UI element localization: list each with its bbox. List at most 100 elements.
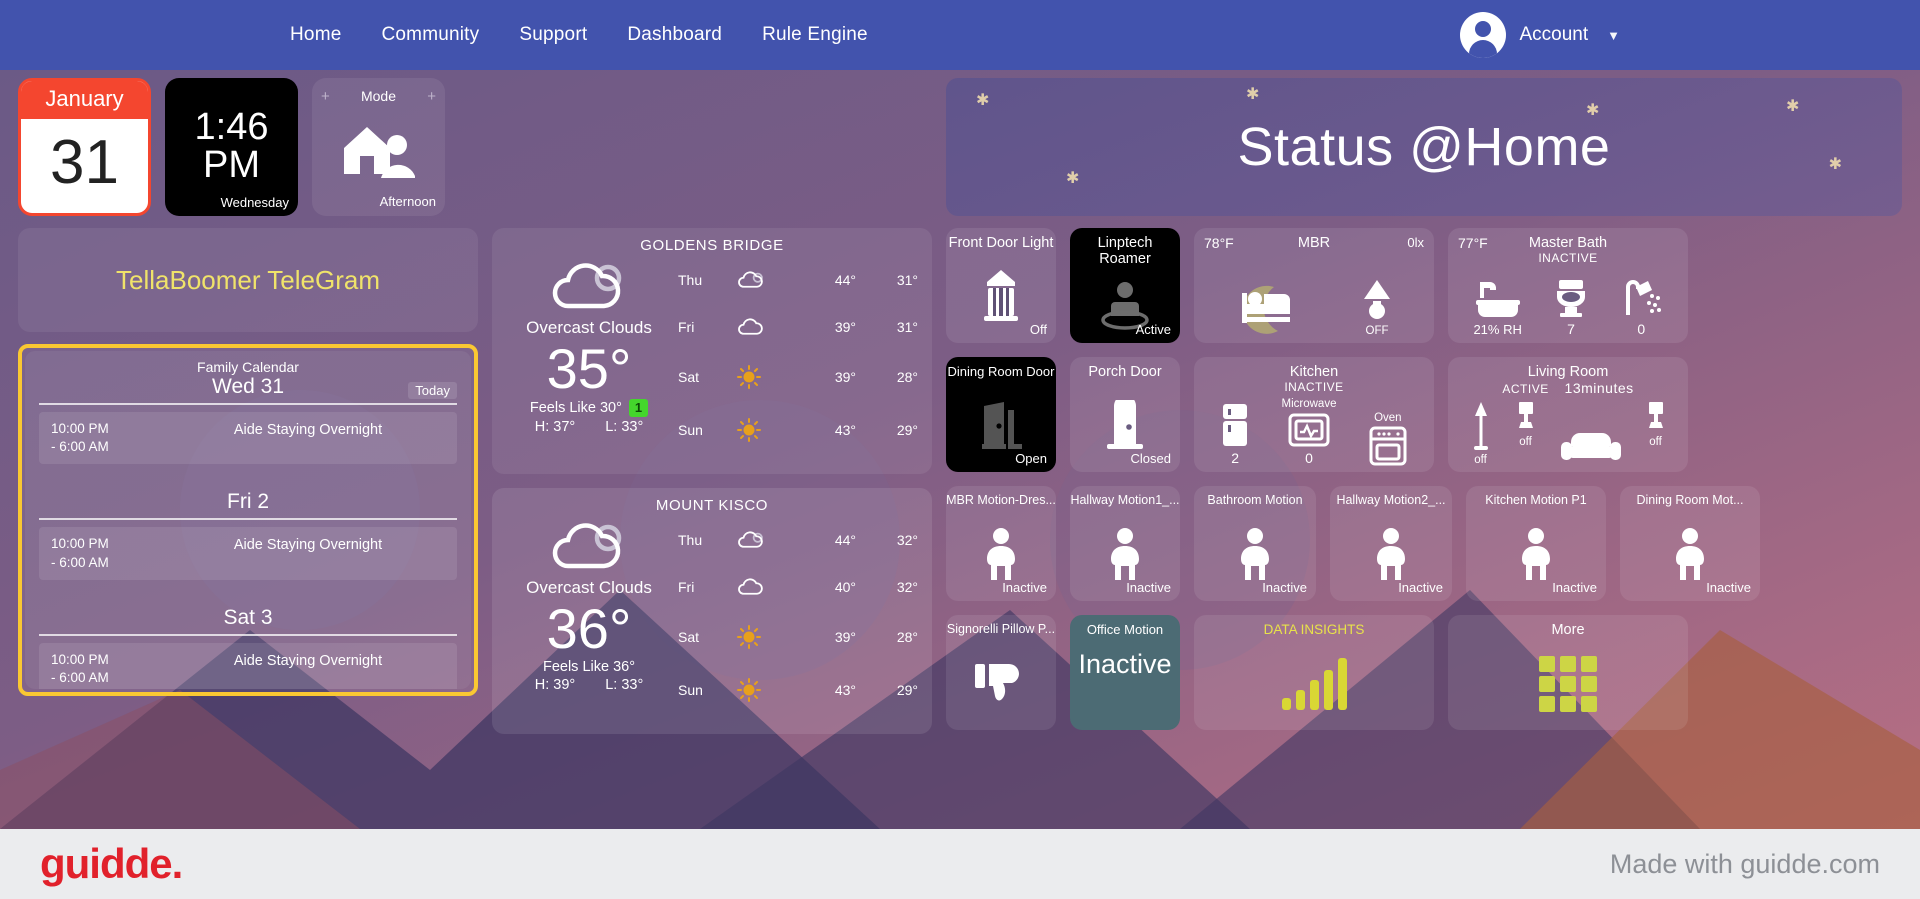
mbr-temperature: 78°F — [1204, 235, 1234, 251]
tile-master-bath[interactable]: 77°F Master Bath INACTIVE 21% RH 7 0 — [1448, 228, 1688, 343]
event-time-start: 10:00 PM — [51, 536, 109, 552]
tile-motion-sensor[interactable]: Kitchen Motion P1 Inactive — [1466, 486, 1606, 601]
weather-forecast: Thu 44° 32° Fri 40° 32° Sat 39° 28° Sun … — [672, 516, 918, 717]
cloud-icon — [546, 516, 632, 574]
tile-kitchen[interactable]: Kitchen INACTIVE 2 Microwave 0 Oven — [1194, 357, 1434, 472]
mode-widget[interactable]: Mode + + Afternoon — [312, 78, 445, 216]
tellaboomer-telegram-widget[interactable]: TellaBoomer TeleGram — [18, 228, 478, 332]
tile-data-insights[interactable]: DATA INSIGHTS — [1194, 615, 1434, 730]
page-title: Status @Home — [1237, 117, 1611, 177]
calendar-day: 31 — [50, 127, 119, 197]
weather-card-goldens-bridge[interactable]: GOLDENS BRIDGE Overcast Clouds 35° Feels… — [492, 228, 932, 474]
weather-high-low: H: 37° L: 33° — [535, 419, 644, 435]
chevron-down-icon[interactable]: ▼ — [1607, 28, 1620, 43]
weather-feels-like-row: Feels Like 30° 1 — [530, 398, 649, 417]
tile-label: Hallway Motion1_... — [1070, 493, 1180, 507]
forecast-day: Fri — [678, 578, 695, 595]
master-bath-humidity: 21% RH — [1473, 322, 1522, 337]
tile-more[interactable]: More — [1448, 615, 1688, 730]
weather-card-mount-kisco[interactable]: MOUNT KISCO Overcast Clouds 36° Feels Li… — [492, 488, 932, 734]
bathtub-icon: 21% RH — [1472, 278, 1524, 337]
forecast-low: 28° — [896, 629, 918, 646]
tile-label: Bathroom Motion — [1207, 493, 1303, 507]
home-person-icon — [340, 118, 418, 180]
shower-icon: 0 — [1618, 277, 1664, 337]
tile-office-motion[interactable]: Office Motion Inactive — [1070, 615, 1180, 730]
top-widgets: January 31 1:46 PM Wednesday Mode + + Af… — [18, 78, 478, 216]
tile-state: Open — [1015, 451, 1047, 466]
tile-row-a: Front Door Light Off Linptech Roamer Act… — [946, 228, 1902, 343]
mbr-lux: 0lx — [1407, 235, 1424, 250]
weather-location: GOLDENS BRIDGE — [640, 237, 784, 254]
forecast-high: 44° — [834, 271, 856, 288]
forecast-high: 39° — [834, 318, 856, 335]
event-time-end: - 6:00 AM — [51, 439, 109, 455]
nav-link-community[interactable]: Community — [381, 24, 479, 46]
mode-title: Mode — [360, 88, 397, 104]
tile-label: Hallway Motion2_... — [1336, 493, 1446, 507]
bed-moon-icon — [1230, 277, 1304, 337]
tile-motion-sensor[interactable]: Hallway Motion2_... Inactive — [1330, 486, 1452, 601]
right-column: ✱ ✱ ✱ ✱ ✱ ✱ ✱ ✱ Status @Home Front Door … — [946, 78, 1902, 748]
tile-state: Inactive — [1126, 580, 1171, 595]
forecast-high: 43° — [834, 682, 856, 699]
family-calendar-widget[interactable]: Family Calendar Wed 31 Today 10:00 PM - … — [18, 344, 478, 696]
tile-front-door-light[interactable]: Front Door Light Off — [946, 228, 1056, 343]
tile-dining-room-door[interactable]: Dining Room Door Open — [946, 357, 1056, 472]
event-title: Aide Staying Overnight — [233, 537, 383, 554]
star-icon: ✱ — [976, 92, 990, 109]
kitchen-fridge-count: 2 — [1231, 450, 1240, 466]
calendar-event[interactable]: 10:00 PM - 6:00 AM Aide Staying Overnigh… — [39, 527, 457, 580]
weather-temperature: 35° — [546, 337, 632, 400]
microwave-label: Microwave — [1281, 398, 1337, 410]
living-room-state: ACTIVE — [1502, 382, 1549, 396]
tile-porch-door[interactable]: Porch Door Closed — [1070, 357, 1180, 472]
forecast-day: Sat — [678, 369, 700, 386]
tile-signorelli-pillow[interactable]: Signorelli Pillow P... — [946, 615, 1056, 730]
nav-link-rule-engine[interactable]: Rule Engine — [762, 24, 868, 46]
forecast-row: Thu 44° 32° — [678, 530, 918, 550]
forecast-low: 29° — [896, 422, 918, 439]
calendar-widget[interactable]: January 31 — [18, 78, 151, 216]
forecast-row: Sat 39° 28° — [678, 364, 918, 390]
calendar-day-date: Sat 3 — [223, 605, 273, 629]
master-bath-toilet-count: 7 — [1567, 321, 1575, 337]
tile-motion-sensor[interactable]: MBR Motion-Dres... Inactive — [946, 486, 1056, 601]
forecast-day: Thu — [678, 531, 703, 548]
tile-label: Kitchen — [1289, 364, 1339, 380]
tile-motion-sensor[interactable]: Hallway Motion1_... Inactive — [1070, 486, 1180, 601]
clock-weekday: Wednesday — [220, 195, 289, 210]
tile-row-motion: MBR Motion-Dres... Inactive Hallway Moti… — [946, 486, 1902, 601]
kitchen-microwave-count: 0 — [1305, 450, 1313, 466]
weather-feels-like-row: Feels Like 36° — [543, 659, 635, 675]
tile-living-room[interactable]: Living Room ACTIVE 13minutes off off off — [1448, 357, 1688, 472]
tile-motion-sensor[interactable]: Dining Room Mot... Inactive — [1620, 486, 1760, 601]
tile-motion-sensor[interactable]: Bathroom Motion Inactive — [1194, 486, 1316, 601]
table-lamp-icon: off — [1644, 400, 1668, 448]
nav-link-dashboard[interactable]: Dashboard — [627, 24, 722, 46]
tile-mbr[interactable]: 78°F MBR 0lx OFF — [1194, 228, 1434, 343]
sun-icon — [736, 364, 800, 390]
grid-icon — [1448, 638, 1688, 730]
microwave-icon: Microwave 0 — [1282, 398, 1337, 466]
clock-widget[interactable]: 1:46 PM Wednesday — [165, 78, 298, 216]
toilet-icon: 7 — [1551, 277, 1591, 337]
forecast-row: Fri 40° 32° — [678, 577, 918, 597]
nav-link-home[interactable]: Home — [290, 24, 341, 46]
forecast-row: Sat 39° 28° — [678, 624, 918, 650]
weather-current: Overcast Clouds 36° Feels Like 36° H: 39… — [506, 516, 672, 717]
tile-linptech-roamer[interactable]: Linptech Roamer Active — [1070, 228, 1180, 343]
family-calendar-title: Family Calendar — [197, 359, 299, 375]
tile-label: Linptech Roamer — [1097, 235, 1153, 267]
weather-condition: Overcast Clouds — [526, 318, 652, 337]
event-time: 10:00 PM - 6:00 AM — [51, 420, 171, 456]
plus-decoration-icon: + — [321, 88, 330, 105]
calendar-event[interactable]: 10:00 PM - 6:00 AM Aide Staying Overnigh… — [39, 642, 457, 689]
nav-link-support[interactable]: Support — [519, 24, 587, 46]
event-time-start: 10:00 PM — [51, 651, 109, 667]
calendar-event[interactable]: 10:00 PM - 6:00 AM Aide Staying Overnigh… — [39, 412, 457, 465]
weather-feels-badge: 1 — [628, 398, 649, 417]
weather-forecast: Thu 44° 31° Fri 39° 31° Sat 39° 28° Sun … — [672, 256, 918, 457]
nav-links: Home Community Support Dashboard Rule En… — [290, 24, 868, 46]
account-menu[interactable]: Account ▼ — [1460, 12, 1620, 58]
